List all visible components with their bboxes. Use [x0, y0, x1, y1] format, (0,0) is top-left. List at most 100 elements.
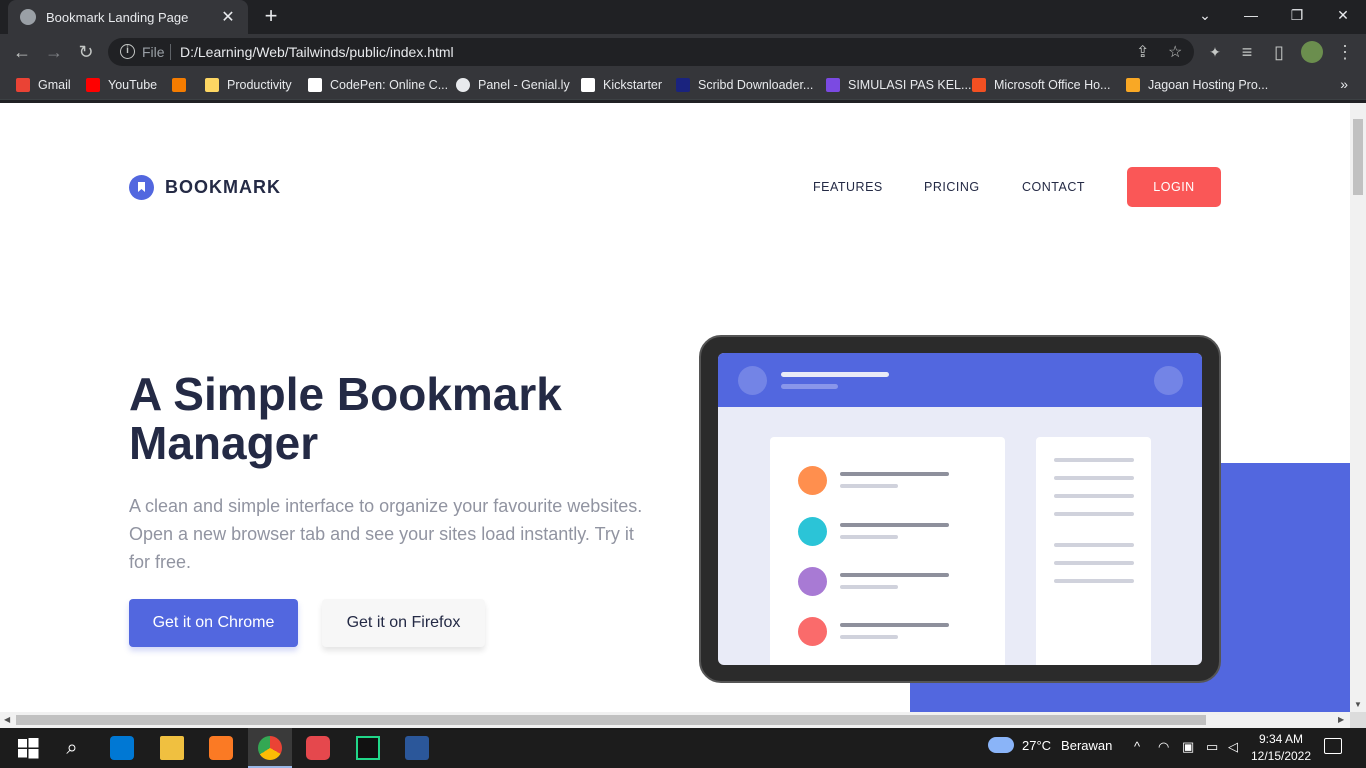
brand-name: BOOKMARK — [165, 177, 281, 197]
horizontal-scrollbar[interactable]: ◀ ▶ — [0, 712, 1350, 728]
illustration-line — [840, 573, 949, 577]
volume-icon[interactable]: ◁ — [1228, 739, 1238, 755]
vertical-scroll-thumb[interactable] — [1353, 119, 1363, 195]
pycharm-icon[interactable] — [356, 736, 380, 760]
site-info-icon[interactable]: i — [120, 44, 135, 59]
illustration-dot — [798, 617, 827, 646]
vscode-icon[interactable] — [110, 736, 134, 760]
forms-icon — [826, 78, 840, 92]
scroll-left-arrow-icon[interactable]: ◀ — [4, 715, 10, 724]
hero-title: A Simple Bookmark Manager — [129, 368, 562, 469]
chrome-icon — [258, 736, 282, 760]
illustration-line — [1054, 561, 1134, 565]
media-control-icon[interactable]: ≡ — [1235, 40, 1259, 64]
bookmark-genially[interactable]: Panel - Genial.ly — [456, 76, 570, 94]
restore-button[interactable]: ❐ — [1274, 0, 1320, 30]
genially-icon — [456, 78, 470, 92]
system-clock[interactable]: 9:34 AM 12/15/2022 — [1246, 731, 1316, 765]
bookmark-microsoft-office[interactable]: Microsoft Office Ho... — [972, 76, 1110, 94]
scheme-label: File — [142, 44, 165, 60]
weather-widget[interactable]: 27°C Berawan — [988, 737, 1112, 753]
illustration-dot — [798, 466, 827, 495]
reload-button[interactable]: ↻ — [74, 40, 98, 64]
bookmark-logo-icon — [129, 175, 154, 200]
illustration-line — [840, 472, 949, 476]
xampp-icon[interactable] — [209, 736, 233, 760]
slides-app-icon[interactable] — [306, 736, 330, 760]
side-panel-icon[interactable]: ▯ — [1267, 40, 1291, 64]
illustration-menu-dot — [1154, 366, 1183, 395]
close-tab-icon[interactable]: ✕ — [220, 7, 236, 27]
illustration-line — [840, 585, 898, 589]
illustration-line — [840, 623, 949, 627]
scroll-right-arrow-icon[interactable]: ▶ — [1338, 715, 1344, 724]
file-explorer-icon[interactable] — [160, 736, 184, 760]
illustration-dot — [798, 567, 827, 596]
illustration-line — [840, 523, 949, 527]
brand-logo[interactable]: BOOKMARK — [129, 175, 281, 200]
xampp-icon — [172, 78, 186, 92]
bookmarks-bar: Gmail YouTube Productivity CodePen: Onli… — [0, 70, 1366, 100]
chrome-menu-icon[interactable]: ⋮ — [1333, 40, 1357, 64]
illustration-line — [840, 635, 898, 639]
bookmark-simulasi[interactable]: SIMULASI PAS KEL... — [826, 76, 971, 94]
vertical-scrollbar[interactable] — [1350, 103, 1366, 712]
profile-avatar[interactable] — [1301, 41, 1323, 63]
illustration-side-card — [1036, 437, 1151, 665]
bookmark-codepen[interactable]: CodePen: Online C... — [308, 76, 448, 94]
clock-date: 12/15/2022 — [1250, 749, 1312, 763]
notification-icon[interactable] — [1324, 738, 1342, 754]
nav-pricing[interactable]: PRICING — [924, 180, 980, 194]
forward-button[interactable]: → — [42, 40, 66, 64]
tab-title: Bookmark Landing Page — [46, 9, 189, 25]
illustration-avatar — [738, 366, 767, 395]
windows-start-icon[interactable] — [16, 736, 40, 760]
tray-overflow-icon[interactable]: ^ — [1134, 739, 1140, 754]
browser-tab[interactable]: Bookmark Landing Page ✕ — [8, 0, 248, 34]
illustration-line — [840, 484, 898, 488]
bookmark-scribd[interactable]: Scribd Downloader... — [676, 76, 813, 94]
new-tab-button[interactable]: + — [258, 4, 284, 30]
share-icon[interactable]: ⇪ — [1136, 42, 1149, 62]
horizontal-scroll-thumb[interactable] — [16, 715, 1206, 725]
omnibox-divider — [170, 44, 171, 60]
illustration-header — [718, 353, 1202, 407]
tab-strip: Bookmark Landing Page ✕ + ⌄ — ❐ ✕ — [0, 0, 1366, 34]
bookmark-xampp[interactable] — [172, 76, 194, 94]
nav-contact[interactable]: CONTACT — [1022, 180, 1085, 194]
get-firefox-button[interactable]: Get it on Firefox — [322, 599, 485, 647]
tab-search-icon[interactable]: ⌄ — [1182, 0, 1228, 30]
kickstarter-icon — [581, 78, 595, 92]
address-bar[interactable]: i File D:/Learning/Web/Tailwinds/public/… — [108, 38, 1194, 66]
weather-text: Berawan — [1061, 737, 1113, 753]
illustration-dot — [798, 517, 827, 546]
illustration-screen — [718, 353, 1202, 665]
illustration-line — [1054, 512, 1134, 516]
search-icon[interactable]: ⌕ — [60, 736, 84, 760]
url-text[interactable]: D:/Learning/Web/Tailwinds/public/index.h… — [180, 44, 454, 60]
bookmark-jagoan-hosting[interactable]: Jagoan Hosting Pro... — [1126, 76, 1268, 94]
bookmark-gmail[interactable]: Gmail — [16, 76, 71, 94]
bookmark-productivity-folder[interactable]: Productivity — [205, 76, 292, 94]
wifi-icon[interactable]: ◠ — [1158, 739, 1169, 755]
jagoan-hosting-icon — [1126, 78, 1140, 92]
bookmarks-overflow-icon[interactable]: » — [1340, 76, 1348, 92]
illustration-line — [1054, 579, 1134, 583]
hero-illustration — [699, 335, 1221, 683]
bookmark-star-icon[interactable]: ☆ — [1168, 42, 1182, 62]
nav-features[interactable]: FEATURES — [813, 180, 883, 194]
close-window-button[interactable]: ✕ — [1320, 0, 1366, 30]
chrome-taskbar-active[interactable] — [248, 728, 292, 768]
network-icon[interactable]: ▣ — [1182, 739, 1194, 755]
word-icon[interactable] — [405, 736, 429, 760]
get-chrome-button[interactable]: Get it on Chrome — [129, 599, 298, 647]
bookmark-youtube[interactable]: YouTube — [86, 76, 157, 94]
battery-icon[interactable]: ▭ — [1206, 739, 1218, 755]
scroll-down-arrow-icon[interactable]: ▼ — [1354, 700, 1362, 709]
bookmark-kickstarter[interactable]: Kickstarter — [581, 76, 662, 94]
login-button[interactable]: LOGIN — [1127, 167, 1221, 207]
minimize-button[interactable]: — — [1228, 0, 1274, 30]
folder-icon — [205, 78, 219, 92]
back-button[interactable]: ← — [10, 40, 34, 64]
extensions-icon[interactable]: ✦ — [1203, 40, 1227, 64]
